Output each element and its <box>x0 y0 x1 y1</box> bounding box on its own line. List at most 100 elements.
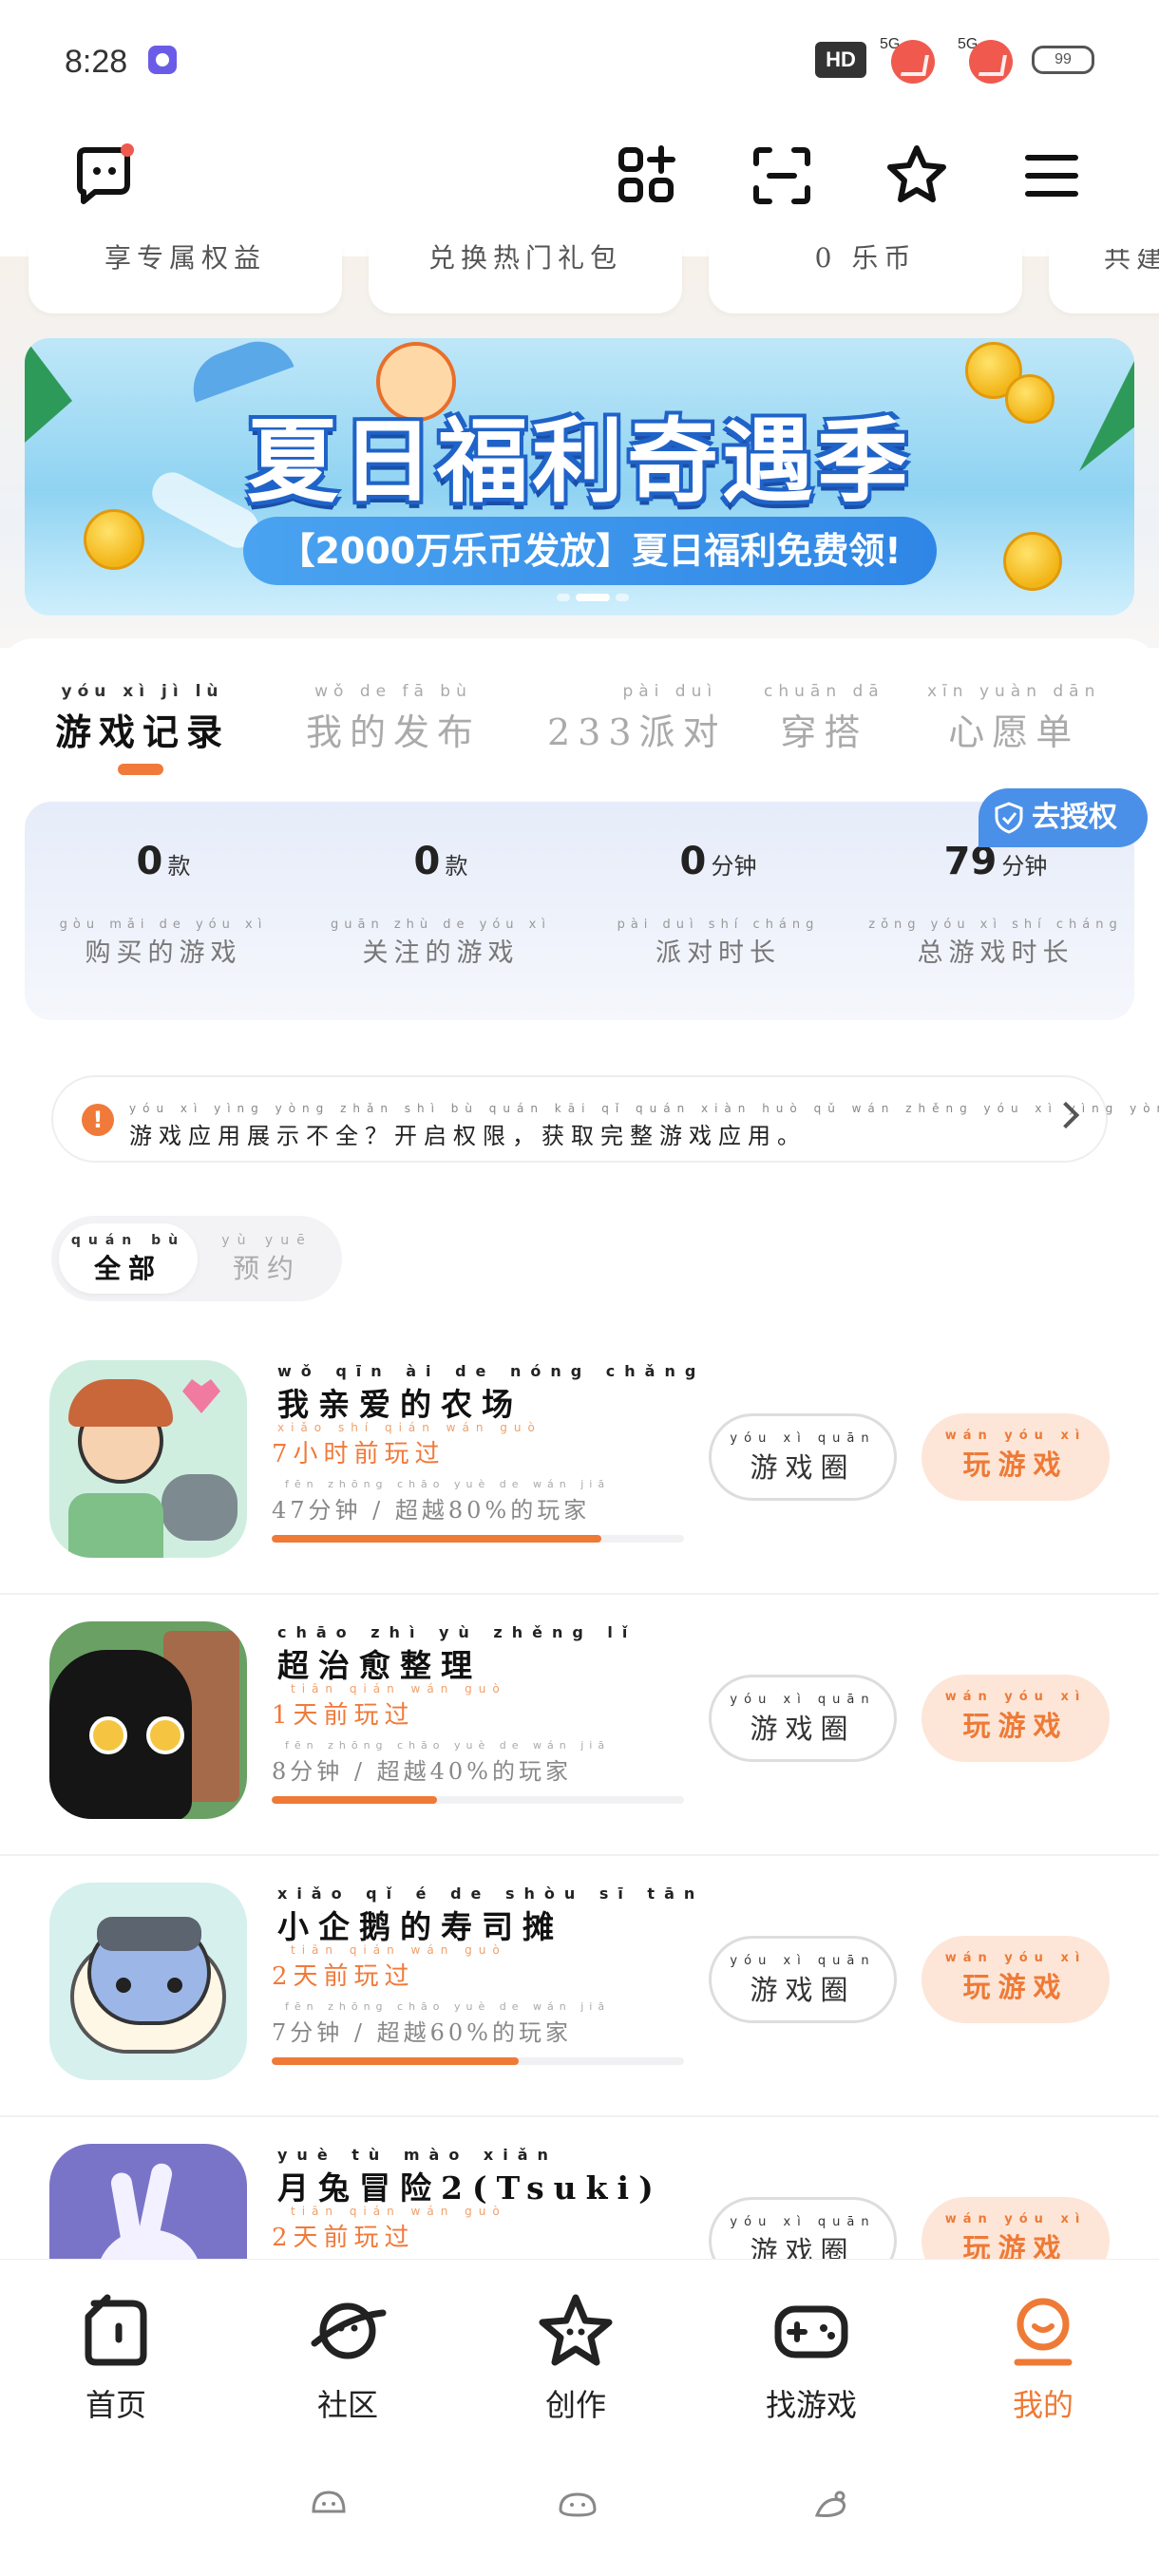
permission-text: 游戏应用展示不全？开启权限，获取完整游戏应用。 <box>129 1123 807 1149</box>
game-icon-cat[interactable] <box>49 1621 247 1819</box>
system-recents-icon[interactable] <box>811 2487 853 2521</box>
quick-link-card-visible[interactable]: 享专属权益 <box>28 242 342 312</box>
stat-unit: 分钟 <box>711 853 757 880</box>
filter-reserved[interactable]: yù yuē 预约 <box>198 1223 336 1294</box>
stat-unit: 款 <box>167 853 191 880</box>
filter-label: 预约 <box>232 1253 301 1284</box>
signal-icon: 5G <box>880 36 935 84</box>
permission-prompt[interactable]: ! yóu xì yìng yòng zhǎn shì bù quán kāi … <box>51 1075 1159 1163</box>
stat-label: 购买的游戏 <box>85 938 242 968</box>
bottom-navigation: 首页 社区 创作 找游戏 我的 <box>0 2259 1159 2576</box>
game-circle-button[interactable]: yóu xì quān 游戏圈 <box>709 1675 897 1762</box>
game-last-played: 2天前玩过 <box>272 2224 415 2252</box>
apps-icon[interactable] <box>614 142 680 209</box>
play-game-button[interactable]: wán yóu xì 玩游戏 <box>922 1936 1110 2023</box>
button-pinyin: wán yóu xì <box>944 2212 1087 2226</box>
game-title: 我亲爱的农场 <box>277 1386 522 1423</box>
stat-followed-games[interactable]: 0 款 guān zhù de yóu xì 关注的游戏 <box>302 840 580 969</box>
game-last-played-pinyin: xiǎo shí qián wán guò <box>277 1421 542 1434</box>
banner-subtitle: 【2000万乐币发放】夏日福利免费领! <box>243 517 937 585</box>
tab-pinyin: xīn yuàn dān <box>927 682 1101 701</box>
quick-link-label: 0 乐币 <box>814 242 917 274</box>
nav-label: 社区 <box>316 2387 378 2423</box>
permission-pinyin: yóu xì yìng yòng zhǎn shì bù quán kāi qǐ… <box>129 1102 1159 1115</box>
quick-link-card-visible[interactable]: 0 乐币 <box>709 242 1022 312</box>
banner-title: 夏日福利奇遇季 <box>247 408 912 515</box>
stat-purchased-games[interactable]: 0 款 gòu mǎi de yóu xì 购买的游戏 <box>25 840 302 969</box>
quick-link-card-visible[interactable]: 兑换热门礼包 <box>369 242 682 312</box>
stat-label: 总游戏时长 <box>917 938 1074 968</box>
tab-my-posts[interactable]: wǒ de fā bù 我的发布 <box>306 682 481 755</box>
tab-pinyin: chuān dā <box>764 682 884 701</box>
message-icon[interactable] <box>70 142 137 209</box>
button-pinyin: yóu xì quān <box>730 1954 876 1968</box>
nav-create[interactable]: 创作 <box>481 2288 671 2425</box>
nav-home[interactable]: 首页 <box>21 2288 211 2425</box>
stat-value: 0 <box>136 840 163 883</box>
game-row[interactable]: chāo zhì yù zhěng lǐ 超治愈整理 tiān qián wán… <box>0 1595 1159 1856</box>
tab-label: 游戏记录 <box>55 710 231 753</box>
button-pinyin: wán yóu xì <box>944 1429 1087 1443</box>
tab-game-records[interactable]: yóu xì jì lù 游戏记录 <box>55 682 230 755</box>
warning-icon: ! <box>82 1104 114 1136</box>
filter-all[interactable]: quán bù 全部 <box>59 1223 198 1294</box>
notification-app-icon <box>148 46 177 74</box>
stat-label: 关注的游戏 <box>362 938 520 968</box>
stat-total-play-time[interactable]: 79 分钟 zǒng yóu xì shí cháng 总游戏时长 <box>857 840 1134 969</box>
tab-pinyin: pài duì <box>622 682 718 701</box>
game-last-played: 1天前玩过 <box>272 1701 415 1730</box>
stats-card: 0 款 gòu mǎi de yóu xì 购买的游戏 0 款 guān zhù… <box>25 802 1134 1020</box>
authorize-button[interactable]: 去授权 <box>978 788 1148 847</box>
game-title: 月兔冒险2(Tsuki) <box>277 2169 663 2207</box>
game-last-played-pinyin: tiān qián wán guò <box>291 1682 506 1695</box>
menu-icon[interactable] <box>1018 142 1085 209</box>
tab-outfits[interactable]: chuān dā 穿搭 <box>764 682 884 755</box>
play-game-button[interactable]: wán yóu xì 玩游戏 <box>922 1413 1110 1501</box>
scan-icon[interactable] <box>749 142 815 209</box>
button-label: 玩游戏 <box>962 1449 1069 1481</box>
game-row[interactable]: wǒ qīn ài de nóng chǎng 我亲爱的农场 xiǎo shí … <box>0 1334 1159 1595</box>
stat-value: 0 <box>679 840 707 883</box>
game-circle-button[interactable]: yóu xì quān 游戏圈 <box>709 1413 897 1501</box>
button-label: 游戏圈 <box>750 1713 856 1745</box>
nav-find-games[interactable]: 找游戏 <box>716 2288 906 2425</box>
button-pinyin: yóu xì quān <box>730 2215 876 2229</box>
quick-link-label: 共建 <box>1104 249 1159 274</box>
game-filter: quán bù 全部 yù yuē 预约 <box>51 1216 342 1301</box>
stat-unit: 分钟 <box>1001 853 1048 880</box>
nav-label: 我的 <box>1012 2387 1074 2423</box>
game-title: 超治愈整理 <box>277 1647 482 1684</box>
game-title-pinyin: yuè tù mào xiǎn <box>277 2146 558 2164</box>
stat-value: 0 <box>413 840 441 883</box>
tab-label: 穿搭 <box>780 711 868 753</box>
system-home-icon[interactable] <box>557 2487 598 2521</box>
promo-banner[interactable]: 夏日福利奇遇季 【2000万乐币发放】夏日福利免费领! <box>25 338 1134 616</box>
filter-label: 全部 <box>93 1253 162 1284</box>
stat-label-pinyin: guān zhù de yóu xì <box>331 918 551 932</box>
game-progress-fill <box>272 1535 602 1543</box>
game-row[interactable]: xiǎo qǐ é de shòu sī tān 小企鹅的寿司摊 tiān qi… <box>0 1856 1159 2117</box>
quick-link-card-visible[interactable]: 共建 <box>1049 249 1159 312</box>
star-badge-icon[interactable] <box>884 142 950 209</box>
game-title-pinyin: xiǎo qǐ é de shòu sī tān <box>277 1885 705 1903</box>
game-stat: 47分钟 / 超越80%的玩家 <box>272 1497 591 1524</box>
game-title-pinyin: wǒ qīn ài de nóng chǎng <box>277 1362 706 1380</box>
game-stat-pinyin: fēn zhōng chāo yuè de wán jiā <box>285 2000 611 2013</box>
nav-profile[interactable]: 我的 <box>948 2288 1138 2425</box>
nav-community[interactable]: 社区 <box>253 2288 443 2425</box>
game-last-played-pinyin: tiān qián wán guò <box>291 1943 506 1957</box>
tab-wishlist[interactable]: xīn yuàn dān 心愿单 <box>927 682 1100 755</box>
game-icon-farm[interactable] <box>49 1360 247 1558</box>
nav-label: 找游戏 <box>765 2387 857 2423</box>
play-game-button[interactable]: wán yóu xì 玩游戏 <box>922 1675 1110 1762</box>
stat-party-duration[interactable]: 0 分钟 pài duì shí cháng 派对时长 <box>580 840 857 969</box>
system-back-icon[interactable] <box>308 2487 350 2521</box>
signal-icon: 5G <box>958 36 1013 84</box>
game-circle-button[interactable]: yóu xì quān 游戏圈 <box>709 1936 897 2023</box>
game-icon-penguin[interactable] <box>49 1883 247 2080</box>
game-progress-fill <box>272 2057 520 2065</box>
game-stat-pinyin: fēn zhōng chāo yuè de wán jiā <box>285 1739 611 1752</box>
button-label: 游戏圈 <box>750 1451 856 1484</box>
game-progress-fill <box>272 1796 437 1804</box>
tab-party[interactable]: pài duì 233派对 <box>547 682 727 755</box>
